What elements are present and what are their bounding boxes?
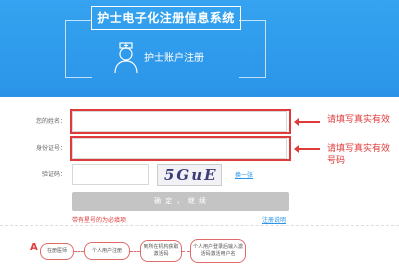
name-label: 您的姓名： [35, 118, 66, 125]
captcha-input[interactable] [72, 164, 149, 185]
divider [0, 225, 399, 226]
captcha-text: 5GuE [164, 166, 218, 184]
confirm-button[interactable]: 确 定 ， 继 续 [72, 192, 289, 211]
nurse-icon [114, 42, 138, 74]
id-arrow [294, 145, 320, 153]
header-frame-left [65, 20, 92, 78]
required-note: 带有星号的为必填项 [72, 217, 127, 224]
step-marker: A [30, 242, 38, 253]
registration-help-link[interactable]: 注册说明 [262, 215, 286, 224]
id-highlight [70, 136, 291, 161]
step-connector-2 [130, 251, 140, 252]
page-subtitle: 护士账户注册 [144, 53, 204, 64]
name-note: 请填写真实有效 [327, 115, 391, 125]
name-arrow [294, 118, 320, 126]
step-4: 个人用户登录后输入激活码激活用户名 [190, 239, 246, 263]
step-connector-1 [74, 251, 84, 252]
step-3: 到所在机构获取激活码 [140, 240, 182, 262]
captcha-image[interactable]: 5GuE [157, 164, 222, 186]
refresh-captcha-link[interactable]: 换一张 [235, 170, 253, 179]
id-note-line2: 号码 [327, 156, 346, 166]
step-1: 在册医师 [40, 243, 74, 260]
id-note-line1: 请填写真实有效 [327, 144, 391, 154]
header-frame-right [239, 20, 266, 78]
step-connector-3 [182, 251, 190, 252]
name-highlight [70, 109, 291, 134]
step-2: 个人用户注册 [84, 242, 130, 260]
page-title: 护士电子化注册信息系统 [91, 6, 241, 30]
id-label: 身份证号： [35, 145, 66, 152]
captcha-label: 验证码： [41, 171, 66, 178]
